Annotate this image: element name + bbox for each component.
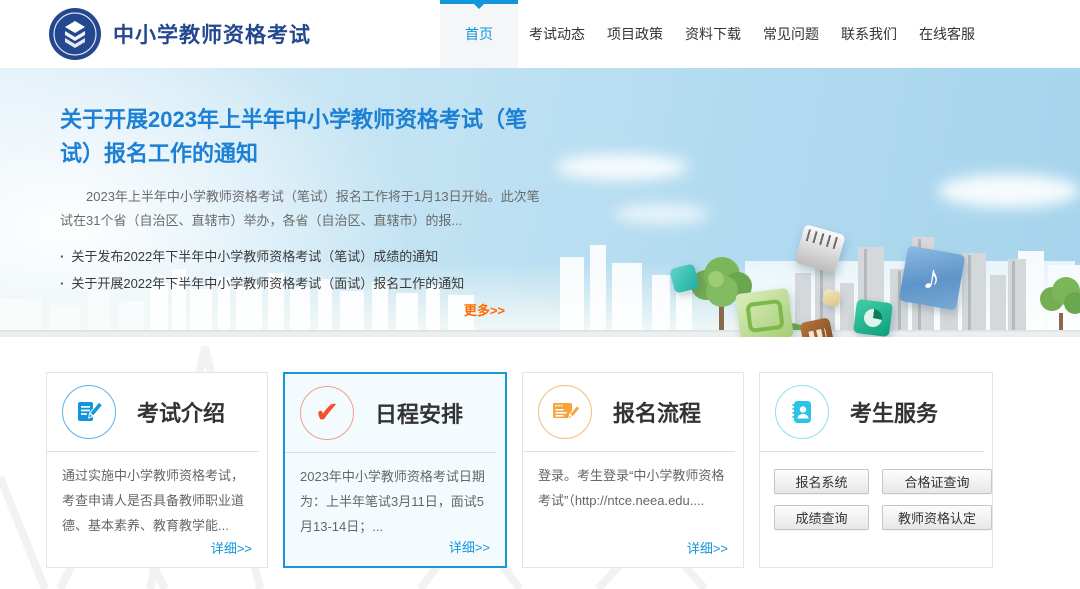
certificate-query-button[interactable]: 合格证查询 — [882, 469, 992, 494]
score-query-button[interactable]: 成绩查询 — [774, 505, 869, 530]
nav-label: 常见问题 — [763, 24, 819, 44]
card-title: 考试介绍 — [137, 396, 225, 428]
nav-label: 资料下载 — [685, 24, 741, 44]
qualification-certify-button[interactable]: 教师资格认定 — [882, 505, 992, 530]
cloud-icon — [556, 154, 688, 180]
site-header: 中小学教师资格考试 首页 考试动态 项目政策 资料下载 常见问题 联系我们 在线… — [0, 0, 1080, 68]
cream-cube-icon — [822, 289, 842, 308]
card-candidate-services: 考生服务 报名系统 合格证查询 成绩查询 教师资格认定 — [759, 372, 993, 568]
detail-link[interactable]: 详细>> — [449, 537, 490, 556]
main-nav: 首页 考试动态 项目政策 资料下载 常见问题 联系我们 在线客服 — [440, 0, 986, 68]
nav-label: 考试动态 — [529, 24, 585, 44]
cloud-icon — [614, 204, 710, 224]
nav-item-home[interactable]: 首页 — [440, 0, 518, 68]
nav-label: 首页 — [465, 24, 493, 44]
site-title: 中小学教师资格考试 — [113, 19, 311, 49]
more-row: 更多>> — [60, 300, 505, 320]
detail-link[interactable]: 详细>> — [211, 538, 252, 557]
screen-cube-icon — [735, 288, 794, 337]
news-item-link[interactable]: 关于发布2022年下半年中小学教师资格考试（笔试）成绩的通知 — [60, 243, 540, 270]
card-head: 考生服务 — [760, 373, 992, 451]
nav-label: 在线客服 — [919, 24, 975, 44]
card-title: 考生服务 — [850, 396, 938, 428]
card-body-text: 通过实施中小学教师资格考试，考查申请人是否具备教师职业道德、基本素养、教育教学能… — [62, 463, 252, 538]
news-item-link[interactable]: 关于开展2022年下半年中小学教师资格考试（面试）报名工作的通知 — [60, 270, 540, 297]
signup-system-button[interactable]: 报名系统 — [774, 469, 869, 494]
card-signup-flow: 报名流程 登录。考生登录“中小学教师资格考试”（http://ntce.neea… — [522, 372, 744, 568]
card-head: 考试介绍 — [47, 373, 267, 451]
contact-book-icon — [775, 385, 829, 439]
divider — [47, 451, 259, 452]
card-title: 日程安排 — [375, 397, 463, 429]
nav-item-exam-news[interactable]: 考试动态 — [518, 0, 596, 68]
notice-summary: 2023年上半年中小学教师资格考试（笔试）报名工作将于1月13日开始。此次笔试在… — [60, 185, 540, 233]
cloud-icon — [938, 174, 1080, 208]
checkmark-icon: ✔ — [300, 386, 354, 440]
check-glyph: ✔ — [315, 399, 339, 428]
banner-text-block: 关于开展2023年上半年中小学教师资格考试（笔试）报名工作的通知 2023年上半… — [60, 68, 540, 320]
divider — [285, 452, 497, 453]
card-head: 报名流程 — [523, 373, 743, 451]
divider — [523, 451, 735, 452]
document-pen-icon — [62, 385, 116, 439]
nav-item-online-service[interactable]: 在线客服 — [908, 0, 986, 68]
card-head: ✔ 日程安排 — [285, 374, 505, 452]
card-exam-intro: 考试介绍 通过实施中小学教师资格考试，考查申请人是否具备教师职业道德、基本素养、… — [46, 372, 268, 568]
pie-chart-icon — [863, 308, 883, 328]
abacus-cells — [808, 328, 826, 337]
nav-item-downloads[interactable]: 资料下载 — [674, 0, 752, 68]
more-link[interactable]: 更多>> — [464, 303, 505, 318]
card-title: 报名流程 — [613, 396, 701, 428]
hero-banner: ♪ 关于开展2023年上半年中小学教师资格考试（笔试）报名工作的通知 2023年… — [0, 68, 1080, 337]
site-logo-icon — [48, 7, 102, 61]
card-body-text: 2023年中小学教师资格考试日期为：上半年笔试3月11日，面试5月13-14日；… — [300, 464, 490, 539]
browser-pencil-icon — [538, 385, 592, 439]
active-tab-caret-icon — [474, 4, 484, 9]
piano-keys — [806, 229, 840, 249]
divider — [760, 451, 984, 452]
nav-item-faq[interactable]: 常见问题 — [752, 0, 830, 68]
music-note-icon: ♪ — [920, 257, 944, 298]
quick-cards: 考试介绍 通过实施中小学教师资格考试，考查申请人是否具备教师职业道德、基本素养、… — [0, 372, 1080, 568]
nav-item-policies[interactable]: 项目政策 — [596, 0, 674, 68]
detail-link[interactable]: 详细>> — [687, 538, 728, 557]
nav-item-contact[interactable]: 联系我们 — [830, 0, 908, 68]
news-list: 关于发布2022年下半年中小学教师资格考试（笔试）成绩的通知 关于开展2022年… — [60, 243, 540, 297]
chart-cube-icon — [853, 299, 893, 337]
card-schedule[interactable]: ✔ 日程安排 2023年中小学教师资格考试日期为：上半年笔试3月11日，面试5月… — [283, 372, 507, 568]
card-body-text: 登录。考生登录“中小学教师资格考试”（http://ntce.neea.edu.… — [538, 463, 728, 513]
screen-outline — [745, 298, 784, 332]
nav-label: 联系我们 — [841, 24, 897, 44]
service-buttons: 报名系统 合格证查询 成绩查询 教师资格认定 — [774, 469, 992, 530]
music-cube-icon: ♪ — [899, 245, 966, 310]
notice-title-link[interactable]: 关于开展2023年上半年中小学教师资格考试（笔试）报名工作的通知 — [60, 103, 530, 171]
brand-link[interactable]: 中小学教师资格考试 — [48, 7, 311, 61]
nav-label: 项目政策 — [607, 24, 663, 44]
